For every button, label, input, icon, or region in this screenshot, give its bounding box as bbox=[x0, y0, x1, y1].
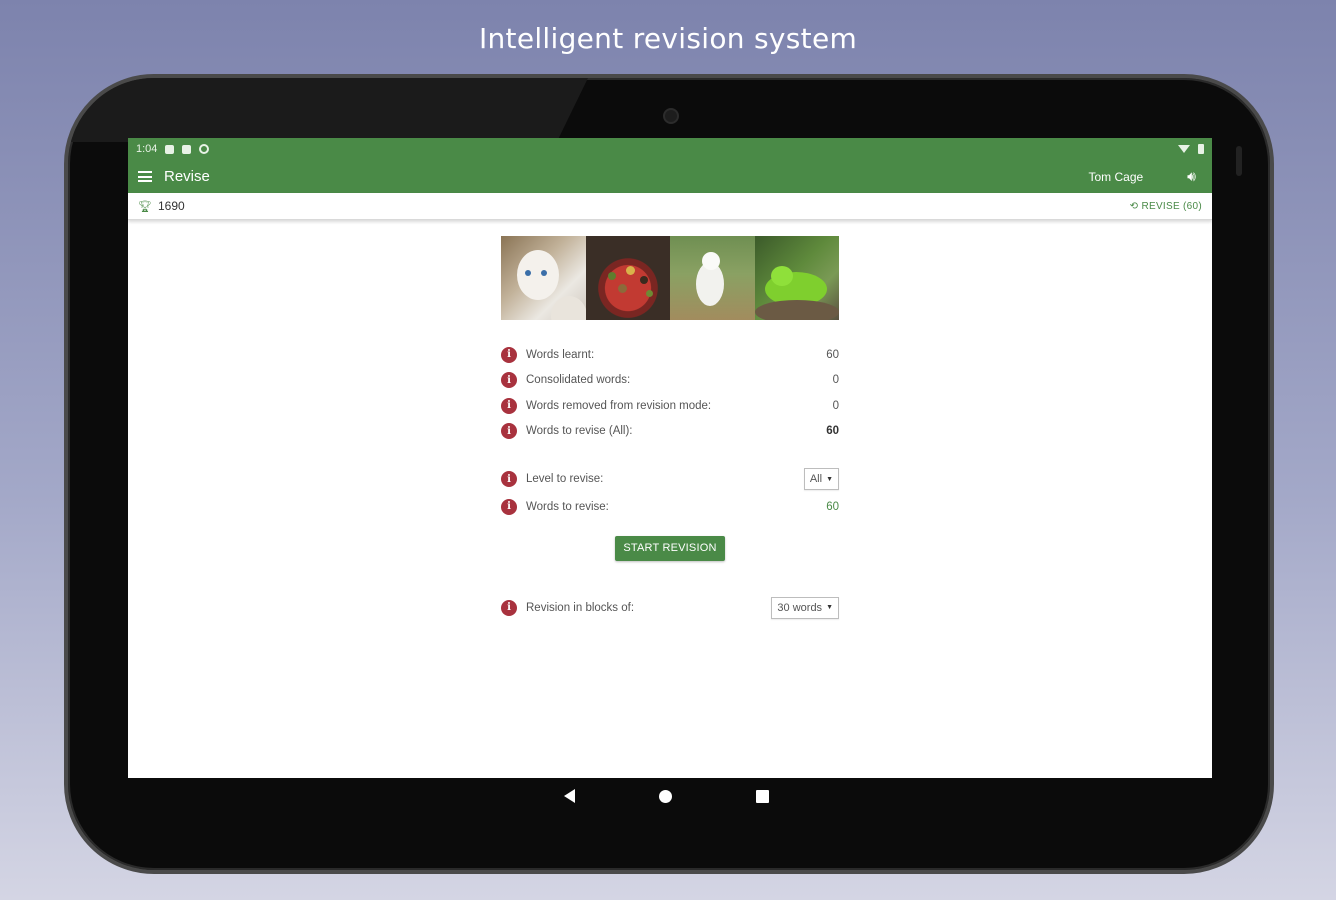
dog-photo bbox=[670, 236, 755, 320]
screen: 1:04 Revise Tom Cage 🔊︎ 🏆︎ 1690 ⟲ REVISE… bbox=[128, 138, 1212, 778]
words-to-revise-row: i Words to revise: 60 bbox=[501, 494, 839, 520]
android-nav-buttons bbox=[124, 778, 1208, 814]
info-icon[interactable]: i bbox=[501, 372, 517, 389]
photo-strip bbox=[501, 236, 839, 320]
dropdown-caret-icon: ▼ bbox=[826, 475, 833, 483]
user-name[interactable]: Tom Cage bbox=[1088, 170, 1143, 184]
app-bar: Revise Tom Cage 🔊︎ bbox=[128, 160, 1212, 193]
info-icon[interactable]: i bbox=[501, 599, 517, 616]
side-button bbox=[1236, 146, 1242, 176]
sub-bar: 🏆︎ 1690 ⟲ REVISE (60) bbox=[128, 193, 1212, 220]
tablet-frame: 1:04 Revise Tom Cage 🔊︎ 🏆︎ 1690 ⟲ REVISE… bbox=[64, 74, 1274, 874]
sync-icon bbox=[199, 144, 210, 154]
tablet-sheen bbox=[68, 78, 588, 142]
stat-row-consolidated: i Consolidated words: 0 bbox=[501, 368, 839, 394]
frog-photo bbox=[754, 236, 839, 320]
revise-link[interactable]: ⟲ REVISE (60) bbox=[1130, 201, 1202, 212]
home-icon[interactable] bbox=[658, 789, 672, 803]
refresh-icon: ⟲ bbox=[1129, 200, 1139, 212]
info-icon[interactable]: i bbox=[501, 346, 517, 363]
notification-icon bbox=[165, 144, 175, 154]
status-bar: 1:04 bbox=[128, 138, 1212, 160]
battery-icon bbox=[1198, 144, 1204, 154]
wifi-icon bbox=[1178, 145, 1190, 153]
headline: Intelligent revision system bbox=[478, 22, 858, 55]
info-icon[interactable]: i bbox=[501, 397, 517, 414]
revision-panel: i Words learnt: 60 i Consolidated words:… bbox=[501, 236, 839, 623]
level-row: i Level to revise: All ▼ bbox=[501, 464, 839, 494]
stat-row-words-learnt: i Words learnt: 60 bbox=[501, 342, 839, 368]
info-icon[interactable]: i bbox=[501, 471, 517, 487]
info-icon[interactable]: i bbox=[501, 498, 517, 515]
menu-icon[interactable] bbox=[138, 171, 152, 182]
food-photo bbox=[585, 236, 670, 320]
app-title: Revise bbox=[164, 168, 210, 185]
camera-icon bbox=[663, 108, 679, 124]
recent-apps-icon[interactable] bbox=[755, 789, 769, 803]
blocks-row: i Revision in blocks of: 30 words ▼ bbox=[501, 593, 839, 623]
cat-photo bbox=[501, 236, 586, 320]
speaker-icon[interactable]: 🔊︎ bbox=[1187, 168, 1196, 185]
start-revision-button[interactable]: START REVISION bbox=[615, 535, 725, 561]
stat-row-removed: i Words removed from revision mode: 0 bbox=[501, 393, 839, 419]
info-icon[interactable]: i bbox=[501, 423, 517, 440]
blocks-select[interactable]: 30 words ▼ bbox=[771, 596, 839, 619]
level-select[interactable]: All ▼ bbox=[803, 468, 839, 490]
stat-row-to-revise-all: i Words to revise (All): 60 bbox=[501, 419, 839, 445]
back-icon[interactable] bbox=[563, 789, 575, 803]
trophy-icon: 🏆︎ bbox=[138, 200, 152, 213]
sd-card-icon bbox=[182, 144, 192, 154]
points-count: 1690 bbox=[157, 199, 185, 213]
status-time: 1:04 bbox=[136, 143, 158, 155]
dropdown-caret-icon: ▼ bbox=[826, 604, 833, 611]
